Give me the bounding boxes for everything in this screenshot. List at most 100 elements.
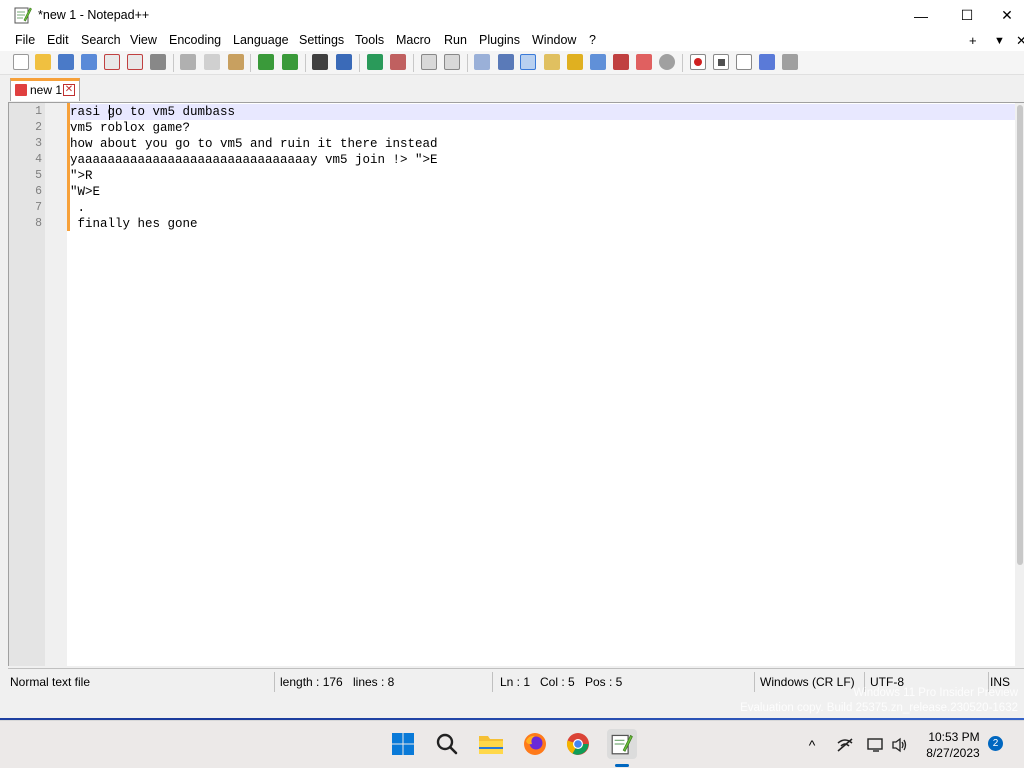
language-icon[interactable]: [544, 54, 560, 70]
line-text[interactable]: rasi go to vm5 dumbass: [70, 104, 235, 120]
minimize-button[interactable]: —: [898, 0, 944, 31]
scrollbar-thumb[interactable]: [1017, 105, 1023, 565]
status-file-type: Normal text file: [10, 675, 91, 689]
monitor-eye-icon[interactable]: [659, 54, 675, 70]
editor-line[interactable]: 8 finally hes gone: [9, 216, 1015, 232]
line-text[interactable]: ">R: [70, 168, 93, 184]
notepadpp-icon[interactable]: [607, 729, 637, 759]
menu-view[interactable]: View: [130, 33, 157, 47]
play-macro-icon[interactable]: [736, 54, 752, 70]
menu-settings[interactable]: Settings: [299, 33, 344, 47]
save-all-icon[interactable]: [81, 54, 97, 70]
doc-map-icon[interactable]: [567, 54, 583, 70]
copy-icon[interactable]: [204, 54, 220, 70]
editor-line[interactable]: 2 vm5 roblox game?: [9, 120, 1015, 136]
stop-macro-icon[interactable]: [713, 54, 729, 70]
save-macro-icon[interactable]: [782, 54, 798, 70]
volume-icon[interactable]: [891, 736, 909, 754]
menu-search[interactable]: Search: [81, 33, 121, 47]
editor-line[interactable]: 3 how about you go to vm5 and ruin it th…: [9, 136, 1015, 152]
menu-file[interactable]: File: [15, 33, 35, 47]
tray-chevron-icon[interactable]: ^: [803, 736, 821, 754]
network-disconnected-icon[interactable]: [836, 736, 854, 754]
line-number: 8: [35, 217, 42, 230]
line-text[interactable]: .: [70, 200, 86, 216]
editor-line[interactable]: 4 yaaaaaaaaaaaaaaaaaaaaaaaaaaaaaaay vm5 …: [9, 152, 1015, 168]
replace-icon[interactable]: [336, 54, 352, 70]
vertical-scrollbar[interactable]: [1015, 103, 1024, 666]
run-macro-multiple-icon[interactable]: [759, 54, 775, 70]
line-number: 6: [35, 185, 42, 198]
folder-workspace-icon[interactable]: [613, 54, 629, 70]
notification-badge[interactable]: 2: [988, 736, 1003, 751]
editor-line[interactable]: 5 ">R: [9, 168, 1015, 184]
cut-icon[interactable]: [180, 54, 196, 70]
new-tab-plus-icon[interactable]: +: [969, 33, 977, 48]
line-text[interactable]: how about you go to vm5 and ruin it ther…: [70, 136, 438, 152]
menu-edit[interactable]: Edit: [47, 33, 69, 47]
tab-close-icon[interactable]: ✕: [63, 84, 75, 96]
tab-list-dropdown-icon[interactable]: ▼: [994, 35, 1005, 47]
close-all-icon[interactable]: [127, 54, 143, 70]
tab-bar: new 1 ✕: [8, 76, 1024, 102]
active-app-indicator: [615, 764, 629, 767]
line-number: 3: [35, 137, 42, 150]
undo-icon[interactable]: [258, 54, 274, 70]
menu-plugins[interactable]: Plugins: [479, 33, 520, 47]
menu-help[interactable]: ?: [589, 33, 596, 47]
zoom-out-icon[interactable]: [390, 54, 406, 70]
function-list-icon[interactable]: [590, 54, 606, 70]
line-text[interactable]: "W>E: [70, 184, 100, 200]
open-file-icon[interactable]: [35, 54, 51, 70]
menu-tools[interactable]: Tools: [355, 33, 384, 47]
find-icon[interactable]: [312, 54, 328, 70]
file-explorer-icon[interactable]: [476, 729, 506, 759]
maximize-button[interactable]: ☐: [944, 0, 990, 31]
search-icon[interactable]: [432, 729, 462, 759]
editor-line[interactable]: 6 "W>E: [9, 184, 1015, 200]
watermark-edition: Windows 11 Pro Insider Preview: [853, 687, 1018, 699]
chrome-icon[interactable]: [563, 729, 593, 759]
print-icon[interactable]: [150, 54, 166, 70]
menu-language[interactable]: Language: [233, 33, 289, 47]
monitoring-icon[interactable]: [636, 54, 652, 70]
show-all-chars-icon[interactable]: [498, 54, 514, 70]
menu-run[interactable]: Run: [444, 33, 467, 47]
line-text[interactable]: vm5 roblox game?: [70, 120, 190, 136]
word-wrap-icon[interactable]: [474, 54, 490, 70]
firefox-icon[interactable]: [520, 729, 550, 759]
taskbar: ^ 10:53 PM 8/27/2023: [0, 720, 1024, 768]
line-text[interactable]: finally hes gone: [70, 216, 198, 232]
zoom-in-icon[interactable]: [367, 54, 383, 70]
save-icon[interactable]: [58, 54, 74, 70]
text-caret: [109, 105, 110, 120]
redo-icon[interactable]: [282, 54, 298, 70]
record-macro-icon[interactable]: [690, 54, 706, 70]
status-length: length : 176: [280, 675, 343, 689]
close-window-button[interactable]: ✕: [990, 0, 1024, 31]
indent-guide-icon[interactable]: [520, 54, 536, 70]
title-bar[interactable]: *new 1 - Notepad++ — ☐ ✕: [0, 0, 1024, 31]
clock-time[interactable]: 10:53 PM: [924, 730, 984, 744]
close-doc-icon[interactable]: ✕: [1016, 33, 1024, 49]
text-editor[interactable]: 1 rasi go to vm5 dumbass 2 vm5 roblox ga…: [8, 102, 1024, 666]
line-number: 7: [35, 201, 42, 214]
menu-window[interactable]: Window: [532, 33, 576, 47]
battery-monitor-icon[interactable]: [867, 736, 885, 754]
window-title: *new 1 - Notepad++: [38, 8, 150, 22]
line-number: 1: [35, 105, 42, 118]
menu-macro[interactable]: Macro: [396, 33, 431, 47]
menu-encoding[interactable]: Encoding: [169, 33, 221, 47]
editor-line[interactable]: 7 .: [9, 200, 1015, 216]
sync-horizontal-icon[interactable]: [444, 54, 460, 70]
paste-icon[interactable]: [228, 54, 244, 70]
tab-new-1[interactable]: new 1 ✕: [10, 78, 80, 101]
clock-date[interactable]: 8/27/2023: [920, 746, 986, 760]
editor-line[interactable]: 1 rasi go to vm5 dumbass: [9, 104, 1015, 120]
desktop-watermark: Windows 11 Pro Insider Preview Evaluatio…: [740, 686, 1018, 716]
start-icon[interactable]: [388, 729, 418, 759]
line-text[interactable]: yaaaaaaaaaaaaaaaaaaaaaaaaaaaaaaay vm5 jo…: [70, 152, 438, 168]
sync-vertical-icon[interactable]: [421, 54, 437, 70]
new-file-icon[interactable]: [13, 54, 29, 70]
close-icon[interactable]: [104, 54, 120, 70]
